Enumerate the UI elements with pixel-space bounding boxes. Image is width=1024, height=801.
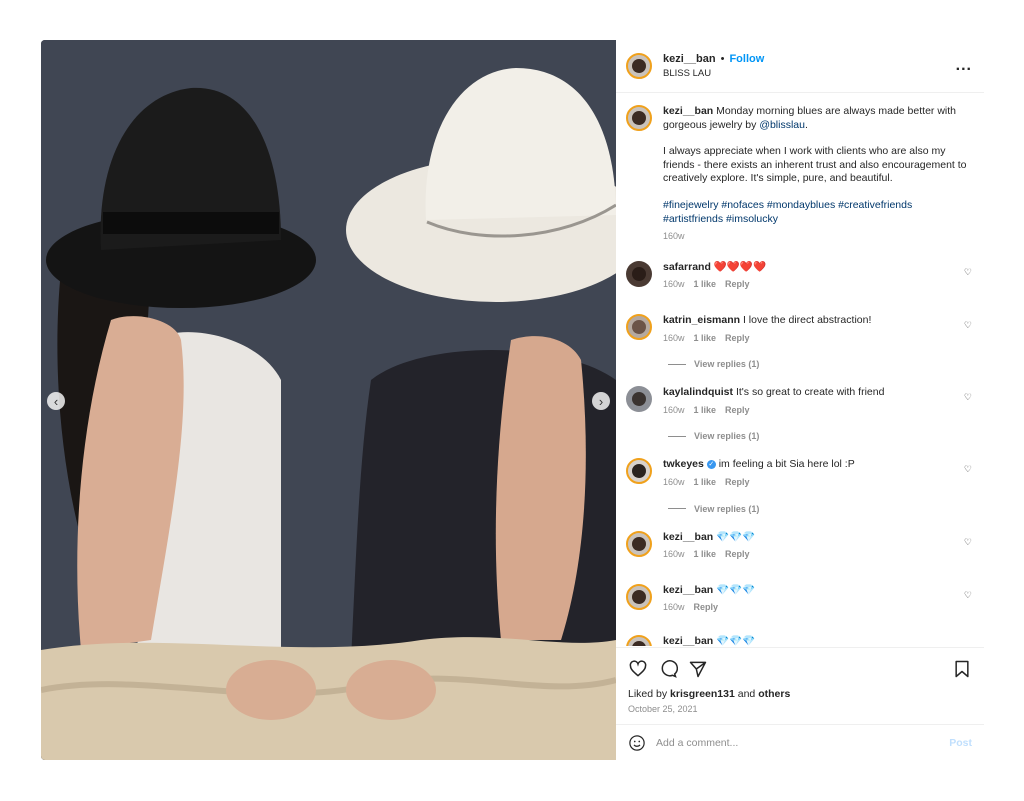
heart-icon[interactable]: ♡ [960,267,972,292]
comment-time: 160w [663,332,685,343]
comment-likes[interactable]: 1 like [694,405,717,415]
post-card: ‹ › kezi__ban • Follow BLISS LAU ... kez… [41,40,984,760]
comment-username[interactable]: kezi__ban [663,584,713,596]
comment-icon[interactable] [658,659,678,679]
add-comment-bar: Add a comment... Post [616,724,984,761]
reply-button[interactable]: Reply [725,477,750,487]
comment-item: katrin_eismann I love the direct abstrac… [616,313,984,345]
view-replies-button[interactable]: View replies (1) [668,359,984,369]
location-label[interactable]: BLISS LAU [663,68,956,79]
caption-hashtags[interactable]: #finejewelry #nofaces #mondayblues #crea… [663,199,972,226]
avatar[interactable] [626,530,652,557]
post-actions: Liked by krisgreen131 and others October… [616,647,984,714]
avatar[interactable] [626,458,652,485]
like-heart-icon[interactable] [628,659,648,679]
post-date: October 25, 2021 [628,704,698,714]
comment-text: ❤️❤️❤️❤️ [713,260,767,273]
previous-image-button[interactable]: ‹ [47,392,65,410]
reply-button[interactable]: Reply [694,602,719,612]
more-options-button[interactable]: ... [956,57,972,75]
post-comment-button[interactable]: Post [949,737,972,749]
comment-username[interactable]: katrin_eismann [663,314,740,326]
liked-by-others[interactable]: others [758,688,790,700]
next-image-button[interactable]: › [592,392,610,410]
caption-username[interactable]: kezi__ban [663,105,713,117]
post-photo [41,40,616,760]
comment-item: kaylalindquist It's so great to create w… [616,386,984,417]
reply-button[interactable]: Reply [725,333,750,343]
comment-item: safarrand ❤️❤️❤️❤️ 160w 1 like Reply ♡ [616,260,984,292]
avatar[interactable] [626,53,652,79]
comment-username[interactable]: kezi__ban [663,531,713,543]
comment-time: 160w [663,549,685,560]
comments-list[interactable]: kezi__ban Monday morning blues are alway… [616,93,984,646]
heart-icon[interactable]: ♡ [960,590,972,615]
comment-likes[interactable]: 1 like [694,279,717,289]
caption: kezi__ban Monday morning blues are alway… [616,93,984,244]
reply-button[interactable]: Reply [725,279,750,289]
comment-item: kezi__ban 💎💎💎 160w 1 like Reply ♡ [616,530,984,562]
share-icon[interactable] [688,659,708,679]
post-image[interactable]: ‹ › [41,40,616,760]
avatar[interactable] [626,634,652,646]
comment-time: 160w [663,476,685,487]
header-separator: • [720,53,725,65]
comment-text: I love the direct abstraction! [742,313,872,326]
post-sidebar: kezi__ban • Follow BLISS LAU ... kezi__b… [616,40,984,760]
comment-time: 160w [663,404,685,415]
comment-time: 160w [663,279,685,290]
avatar[interactable] [626,313,652,340]
heart-icon[interactable]: ♡ [960,537,972,562]
view-replies-label[interactable]: View replies (1) [694,359,759,369]
comment-text: It's so great to create with friend [735,386,885,399]
save-bookmark-icon[interactable] [952,659,972,679]
comment-username[interactable]: twkeyes [663,458,704,470]
comment-input[interactable]: Add a comment... [656,737,949,749]
comment-text: 💎💎💎 [716,583,756,596]
liked-by-user[interactable]: krisgreen131 [670,688,735,700]
comment-item: kezi__ban 💎💎💎 160w Reply ♡ [616,583,984,615]
comment-item: kezi__ban 💎💎💎 [616,634,984,646]
view-replies-button[interactable]: View replies (1) [668,431,984,441]
caption-time: 160w [663,231,685,242]
avatar[interactable] [626,583,652,610]
caption-end: . [805,118,808,131]
post-header: kezi__ban • Follow BLISS LAU ... [616,40,984,93]
comment-text: 💎💎💎 [716,634,756,646]
comment-likes[interactable]: 1 like [694,333,717,343]
mention-link[interactable]: @blisslau [759,119,805,131]
heart-icon[interactable]: ♡ [960,392,972,417]
liked-by-prefix: Liked by [628,688,671,700]
liked-by-text: Liked by krisgreen131 and others [628,688,972,700]
reply-button[interactable]: Reply [725,405,750,415]
comment-username[interactable]: kezi__ban [663,635,713,646]
comment-username[interactable]: safarrand [663,261,711,273]
reply-button[interactable]: Reply [725,549,750,559]
view-replies-label[interactable]: View replies (1) [694,504,759,514]
header-username[interactable]: kezi__ban [663,53,716,65]
comment-text: 💎💎💎 [716,530,756,543]
view-replies-label[interactable]: View replies (1) [694,431,759,441]
comment-likes[interactable]: 1 like [694,477,717,487]
verified-badge-icon: ✓ [706,460,716,470]
avatar[interactable] [626,260,652,287]
heart-icon[interactable]: ♡ [960,464,972,489]
follow-button[interactable]: Follow [729,53,764,65]
avatar[interactable] [626,105,652,131]
avatar[interactable] [626,386,652,413]
comment-time: 160w [663,602,685,613]
emoji-icon[interactable] [628,734,646,752]
comment-username[interactable]: kaylalindquist [663,386,733,398]
view-replies-button[interactable]: View replies (1) [668,504,984,514]
liked-by-mid: and [734,688,759,700]
comment-text: im feeling a bit Sia here lol :P [718,458,855,471]
heart-icon[interactable]: ♡ [960,320,972,345]
caption-paragraph: I always appreciate when I work with cli… [663,145,967,185]
comment-likes[interactable]: 1 like [694,549,717,559]
comment-item: twkeyes ✓ im feeling a bit Sia here lol … [616,458,984,489]
